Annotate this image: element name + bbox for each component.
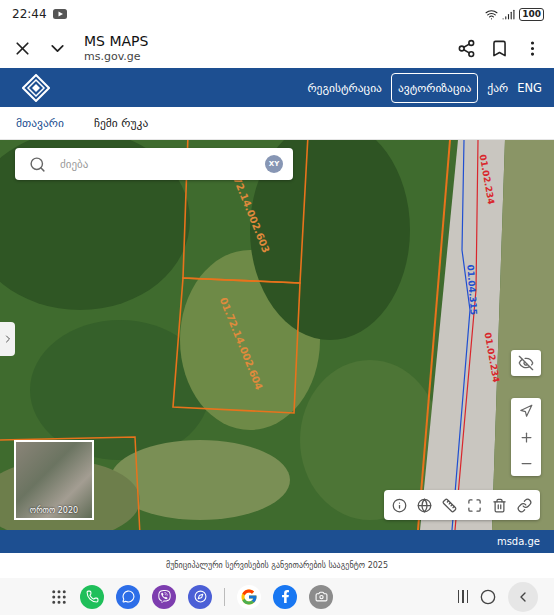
- chevron-down-icon[interactable]: [47, 38, 68, 59]
- map[interactable]: 01.72.14.002.60301.72.14.002.60401.02.23…: [0, 140, 554, 530]
- side-panel-toggle[interactable]: [0, 322, 15, 356]
- site-nav: რეგისტრაცია ავტორიზაცია ქარ ENG: [0, 68, 554, 107]
- basemap-label: ორთო 2020: [30, 506, 78, 515]
- back-button[interactable]: [508, 582, 538, 612]
- search-box[interactable]: ძიება XY: [15, 148, 293, 180]
- ruler-icon[interactable]: [442, 498, 457, 513]
- trash-icon[interactable]: [492, 498, 507, 513]
- google-app-icon[interactable]: [237, 585, 261, 609]
- page-title: MS MAPS: [84, 33, 443, 50]
- apps-grid-icon[interactable]: [50, 588, 68, 606]
- xy-button[interactable]: XY: [265, 155, 283, 173]
- search-icon: [29, 156, 46, 173]
- time: 22:44: [12, 7, 47, 21]
- footer-bar: msda.ge: [0, 530, 554, 553]
- fullscreen-icon[interactable]: [467, 498, 482, 513]
- share-icon[interactable]: [457, 39, 476, 58]
- zoom-out-icon[interactable]: [519, 456, 534, 471]
- signal-icon: [502, 8, 515, 21]
- back-icon: [515, 589, 531, 605]
- map-toolbar: [384, 490, 540, 520]
- eye-off-icon[interactable]: [518, 355, 534, 371]
- phone-screen: 22:44 100 MS MAPSms.gov.ge რეგისტრაცია ავტორ…: [0, 0, 554, 615]
- browser-app-icon[interactable]: [188, 585, 212, 609]
- nav-link[interactable]: ENG: [517, 81, 542, 95]
- locate-icon[interactable]: [519, 404, 533, 418]
- tab-bar: მთავარი ჩემი რუკა: [0, 107, 554, 140]
- messages-app-icon[interactable]: [116, 585, 140, 609]
- tab[interactable]: ჩემი რუკა: [94, 116, 148, 130]
- credit: მუნიციპალური სერვისების განვითარების საა…: [0, 553, 554, 578]
- chevron-right-icon: [2, 333, 14, 345]
- youtube-icon: [53, 9, 67, 19]
- android-nav: [0, 578, 554, 615]
- globe-icon[interactable]: [417, 498, 432, 513]
- close-icon[interactable]: [12, 38, 33, 59]
- camera-app-icon[interactable]: [309, 585, 333, 609]
- divider: [224, 588, 225, 606]
- road-label: 01.04.315: [465, 264, 479, 315]
- status-bar: 22:44 100: [0, 0, 554, 28]
- page-info: MS MAPSms.gov.ge: [84, 33, 443, 64]
- bookmark-icon[interactable]: [490, 39, 509, 58]
- layer-toggle[interactable]: [511, 350, 541, 376]
- basemap-switcher[interactable]: ორთო 2020: [14, 440, 94, 520]
- browser-header: MS MAPSms.gov.ge: [0, 28, 554, 68]
- battery: 100: [519, 8, 544, 21]
- logo-icon[interactable]: [22, 74, 50, 102]
- more-icon[interactable]: [523, 39, 542, 58]
- login-button[interactable]: ავტორიზაცია: [391, 73, 478, 103]
- nav-link[interactable]: ქარ: [487, 81, 508, 95]
- parcel-label: 01.72.14.002.604: [218, 296, 265, 392]
- phone-app-icon[interactable]: [80, 585, 104, 609]
- info-icon[interactable]: [392, 498, 407, 513]
- page-url: ms.gov.ge: [84, 50, 443, 64]
- viber-app-icon[interactable]: [152, 585, 176, 609]
- recents-icon[interactable]: [458, 589, 469, 605]
- parcel[interactable]: 01.72.14.002.604: [173, 278, 300, 413]
- road-label: 01.02.234: [478, 154, 497, 206]
- wifi-icon: [485, 8, 498, 21]
- search-placeholder: ძიება: [60, 158, 251, 171]
- zoom-in-icon[interactable]: [519, 430, 534, 445]
- link-icon[interactable]: [517, 498, 532, 513]
- home-icon[interactable]: [480, 589, 496, 605]
- road-label: 01.02.234: [483, 332, 502, 384]
- footer-link[interactable]: msda.ge: [497, 536, 540, 547]
- nav-link[interactable]: რეგისტრაცია: [307, 81, 382, 95]
- zoom-controls: [511, 398, 541, 476]
- facebook-app-icon[interactable]: [273, 585, 297, 609]
- tab[interactable]: მთავარი: [16, 116, 64, 130]
